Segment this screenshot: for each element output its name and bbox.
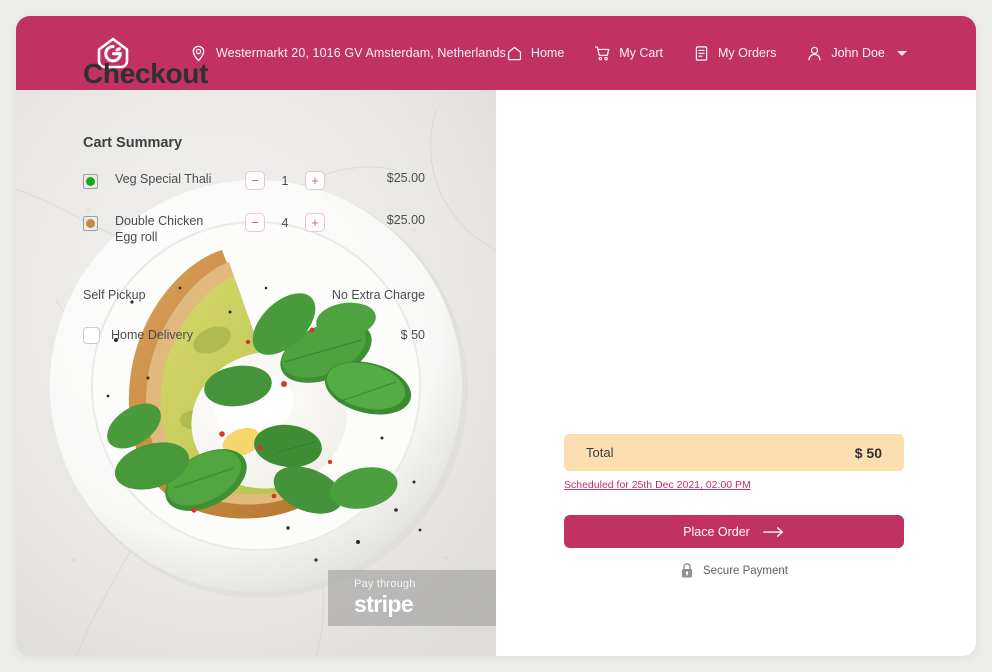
decrement-button[interactable]: − — [245, 213, 265, 232]
location-block[interactable]: Westermarkt 20, 1016 GV Amsterdam, Nethe… — [190, 45, 506, 62]
total-amount: $ 50 — [854, 444, 882, 461]
self-pickup-label: Self Pickup — [83, 288, 146, 302]
nav-item-my-orders-label: My Orders — [718, 46, 777, 60]
nav-item-my-cart[interactable]: My Cart — [594, 45, 663, 62]
home-icon — [507, 46, 521, 60]
page-title: Checkout — [83, 58, 209, 89]
user-icon — [808, 46, 821, 60]
secure-payment-note: Secure Payment — [564, 562, 904, 579]
app-card: Westermarkt 20, 1016 GV Amsterdam, Nethe… — [16, 16, 976, 656]
main-nav: Home My Cart My Orders John Doe — [506, 45, 907, 62]
nav-item-my-orders[interactable]: My Orders — [693, 45, 776, 62]
cart-item-name: Double Chicken Egg roll — [115, 214, 204, 244]
chevron-down-icon[interactable] — [896, 50, 907, 56]
cart-items-list: Veg Special Thali − 1 + $25.00 Double Ch… — [83, 171, 425, 255]
cart-summary-title: Cart Summary — [83, 135, 183, 151]
cart-item-price: $25.00 — [386, 171, 425, 185]
delivery-options: Self Pickup No Extra Charge Home Deliver… — [83, 280, 425, 350]
quantity-value: 1 — [281, 173, 289, 188]
total-label: Total — [586, 445, 614, 460]
home-delivery-checkbox[interactable] — [83, 326, 100, 344]
stripe-badge-caption: Pay through — [354, 578, 416, 590]
nav-item-home-label: Home — [530, 46, 565, 60]
shopping-cart-icon — [595, 45, 610, 60]
increment-button[interactable]: + — [305, 171, 325, 190]
place-order-label: Place Order — [683, 524, 750, 539]
decrement-button[interactable]: − — [245, 171, 265, 190]
nav-item-my-cart-label: My Cart — [619, 46, 664, 60]
total-bar: Total $ 50 — [564, 434, 904, 471]
increment-button[interactable]: + — [305, 213, 325, 232]
secure-payment-label: Secure Payment — [702, 564, 788, 577]
home-delivery-label: Home Delivery — [111, 328, 193, 342]
stripe-wordmark: stripe — [354, 591, 414, 617]
cart-item-name: Veg Special Thali — [115, 172, 212, 186]
nav-item-user-label: John Doe — [831, 46, 885, 60]
scheduled-for-link[interactable]: Scheduled for 25th Dec 2021, 02:00 PM — [564, 479, 751, 491]
place-order-button[interactable]: Place Order — [564, 515, 904, 548]
delivery-option-self-pickup[interactable]: Self Pickup No Extra Charge — [83, 280, 425, 310]
veg-indicator-icon — [83, 174, 98, 189]
stripe-payment-badge: Pay through stripe — [328, 570, 496, 626]
cart-item-price: $25.00 — [386, 213, 425, 227]
lock-icon — [681, 563, 692, 578]
document-list-icon — [695, 45, 708, 61]
quantity-stepper: − 4 + — [245, 213, 325, 232]
delivery-option-home-delivery[interactable]: Home Delivery $ 50 — [83, 320, 425, 350]
home-delivery-amount: $ 50 — [400, 328, 425, 342]
cart-row: Veg Special Thali − 1 + $25.00 — [83, 171, 425, 213]
location-text: Westermarkt 20, 1016 GV Amsterdam, Nethe… — [216, 46, 506, 60]
nonveg-dot — [86, 219, 95, 228]
veg-dot — [86, 177, 95, 186]
nav-item-home[interactable]: Home — [506, 45, 564, 62]
quantity-stepper: − 1 + — [245, 171, 325, 190]
nav-item-user-menu[interactable]: John Doe — [806, 45, 907, 62]
arrow-right-icon — [763, 526, 783, 537]
quantity-value: 4 — [281, 215, 289, 230]
self-pickup-amount: No Extra Charge — [331, 288, 425, 302]
cart-row: Double Chicken Egg roll − 4 + $25.00 — [83, 213, 425, 255]
nonveg-indicator-icon — [83, 216, 98, 231]
